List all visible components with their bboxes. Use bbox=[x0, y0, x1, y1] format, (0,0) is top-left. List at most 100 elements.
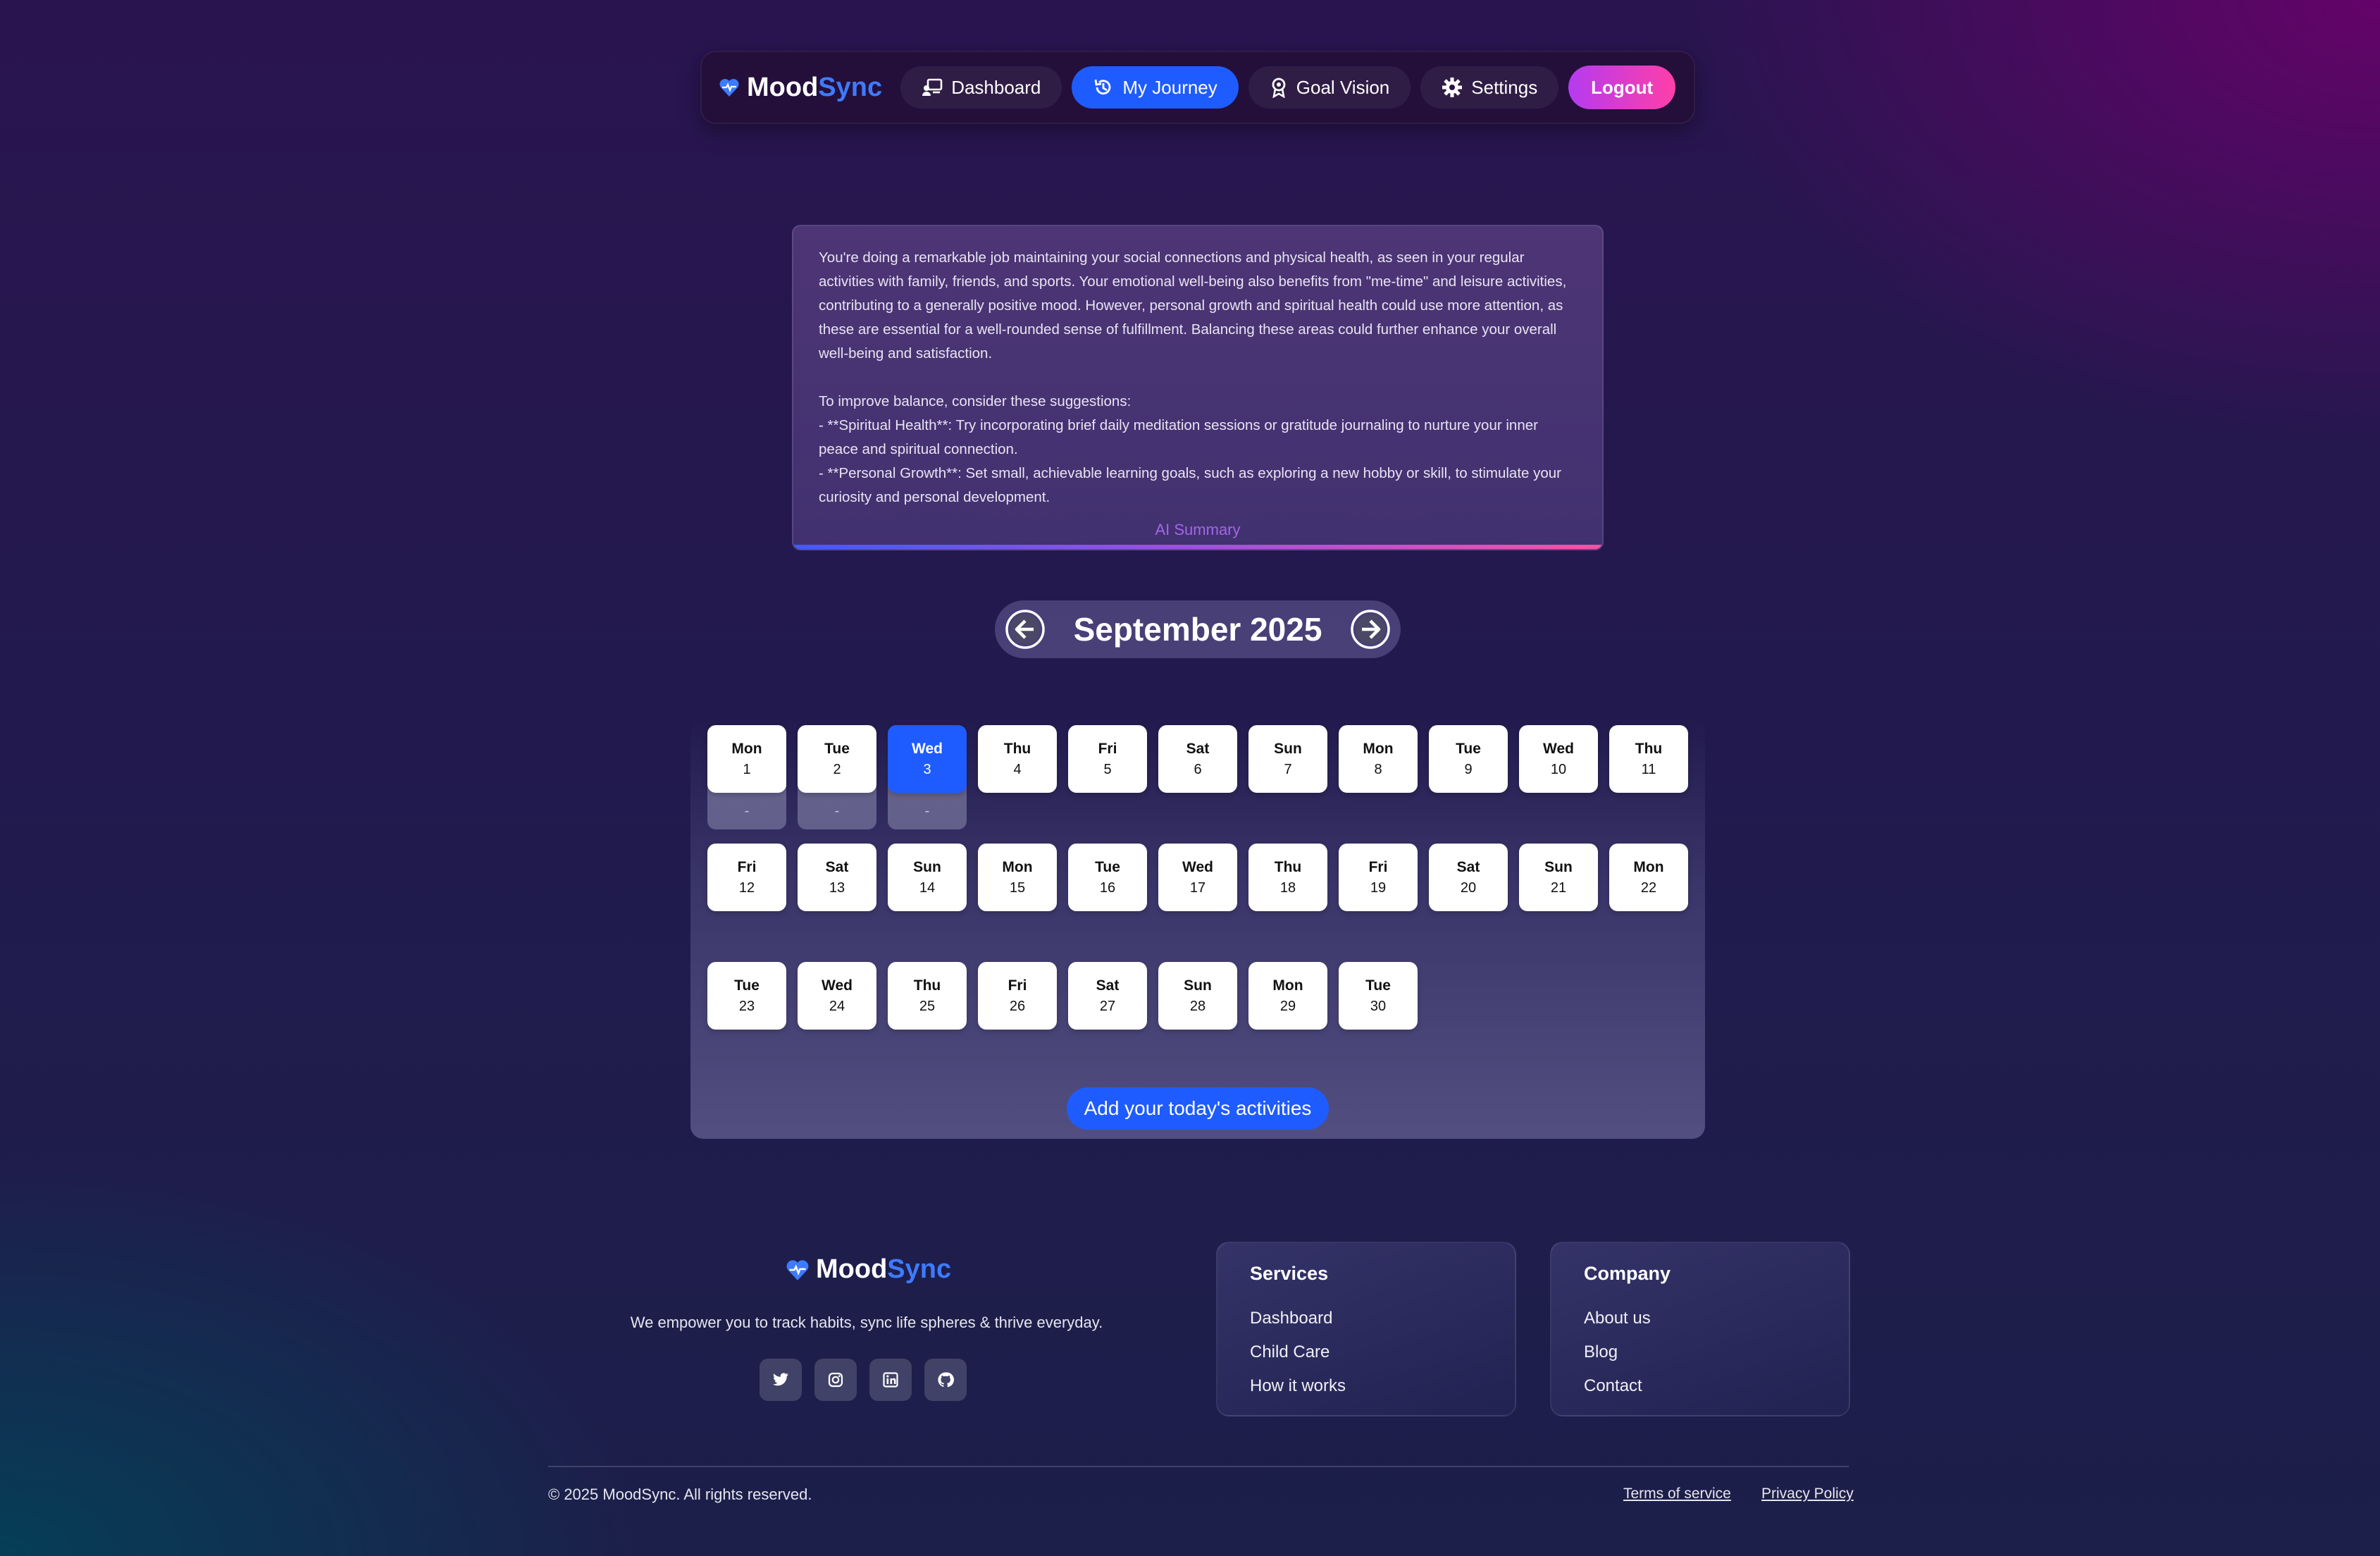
day-weekday: Thu bbox=[913, 977, 941, 994]
day-number: 2 bbox=[833, 762, 841, 777]
day-card[interactable]: Wed 10 bbox=[1519, 725, 1598, 793]
day-card[interactable]: Thu 11 bbox=[1609, 725, 1688, 793]
calendar-day[interactable]: Thu 11 bbox=[1609, 725, 1688, 793]
nav-my-journey[interactable]: My Journey bbox=[1072, 66, 1239, 109]
day-number: 12 bbox=[738, 880, 755, 896]
prev-month-button[interactable] bbox=[1005, 609, 1046, 650]
brand-logo[interactable]: Mood Sync bbox=[719, 73, 900, 103]
calendar-day[interactable]: Mon 8 bbox=[1339, 725, 1418, 793]
nav-settings[interactable]: Settings bbox=[1420, 66, 1559, 109]
day-number: 4 bbox=[1013, 762, 1022, 777]
day-card[interactable]: Sun 14 bbox=[888, 844, 967, 911]
day-card[interactable]: Tue 30 bbox=[1339, 962, 1418, 1030]
calendar-day[interactable]: Wed 10 bbox=[1519, 725, 1598, 793]
day-card[interactable]: Fri 12 bbox=[707, 844, 786, 911]
day-number: 5 bbox=[1103, 762, 1112, 777]
calendar-day[interactable]: Mon 15 bbox=[978, 844, 1057, 911]
day-weekday: Wed bbox=[1543, 741, 1574, 757]
add-activities-button[interactable]: Add your today's activities bbox=[1067, 1087, 1329, 1130]
twitter-link[interactable] bbox=[760, 1359, 802, 1401]
day-weekday: Tue bbox=[824, 741, 850, 757]
footer-link-blog[interactable]: Blog bbox=[1584, 1335, 1816, 1369]
calendar-day[interactable]: Mon 29 bbox=[1248, 962, 1327, 1030]
footer-link-about-us[interactable]: About us bbox=[1584, 1302, 1816, 1335]
day-card[interactable]: Sun 28 bbox=[1158, 962, 1237, 1030]
terms-link[interactable]: Terms of service bbox=[1623, 1486, 1731, 1502]
calendar-day[interactable]: Sun 14 bbox=[888, 844, 967, 911]
day-card[interactable]: Tue 23 bbox=[707, 962, 786, 1030]
calendar-day[interactable]: Mon 22 bbox=[1609, 844, 1688, 911]
day-card[interactable]: Mon 1 bbox=[707, 725, 786, 793]
calendar-day[interactable]: Thu 4 bbox=[978, 725, 1057, 793]
day-card[interactable]: Sun 21 bbox=[1519, 844, 1598, 911]
footer-link-child-care[interactable]: Child Care bbox=[1250, 1335, 1482, 1369]
footer-link-contact[interactable]: Contact bbox=[1584, 1369, 1816, 1403]
next-month-button[interactable] bbox=[1350, 609, 1391, 650]
nav-goal-vision[interactable]: Goal Vision bbox=[1248, 66, 1411, 109]
calendar-day[interactable]: Fri 26 bbox=[978, 962, 1057, 1030]
arrow-left-circle-icon bbox=[1005, 610, 1045, 649]
calendar-day[interactable]: Sun 28 bbox=[1158, 962, 1237, 1030]
day-card[interactable]: Fri 5 bbox=[1068, 725, 1147, 793]
day-card[interactable]: Wed 24 bbox=[798, 962, 876, 1030]
calendar-day[interactable]: Wed 17 bbox=[1158, 844, 1237, 911]
day-card[interactable]: Thu 4 bbox=[978, 725, 1057, 793]
calendar-day[interactable]: Tue 23 bbox=[707, 962, 786, 1030]
footer-company-title: Company bbox=[1584, 1263, 1671, 1284]
day-card[interactable]: Sun 7 bbox=[1248, 725, 1327, 793]
day-card[interactable]: Mon 22 bbox=[1609, 844, 1688, 911]
calendar-day[interactable]: Sat 27 bbox=[1068, 962, 1147, 1030]
day-card[interactable]: Mon 15 bbox=[978, 844, 1057, 911]
day-number: 1 bbox=[743, 762, 751, 777]
day-card[interactable]: Fri 19 bbox=[1339, 844, 1418, 911]
calendar-day[interactable]: Sun 21 bbox=[1519, 844, 1598, 911]
calendar-day[interactable]: -Mon1 bbox=[707, 725, 786, 829]
calendar-day[interactable]: Sat 6 bbox=[1158, 725, 1237, 793]
day-card[interactable]: Tue 16 bbox=[1068, 844, 1147, 911]
calendar-day[interactable]: Thu 18 bbox=[1248, 844, 1327, 911]
calendar-day[interactable]: Fri 5 bbox=[1068, 725, 1147, 793]
calendar-day[interactable]: Thu 25 bbox=[888, 962, 967, 1030]
day-card[interactable]: Sat 20 bbox=[1429, 844, 1508, 911]
calendar-day[interactable]: Sun 7 bbox=[1248, 725, 1327, 793]
day-card[interactable]: Wed 17 bbox=[1158, 844, 1237, 911]
footer-link-dashboard[interactable]: Dashboard bbox=[1250, 1302, 1482, 1335]
day-card[interactable]: Sat 13 bbox=[798, 844, 876, 911]
calendar-day[interactable]: Fri 19 bbox=[1339, 844, 1418, 911]
calendar-day[interactable]: Tue 9 bbox=[1429, 725, 1508, 793]
day-card[interactable]: Wed 3 bbox=[888, 725, 967, 793]
footer-brand-logo[interactable]: Mood Sync bbox=[785, 1254, 951, 1285]
privacy-link[interactable]: Privacy Policy bbox=[1761, 1486, 1854, 1502]
brand-mood-text: Mood bbox=[747, 72, 819, 102]
calendar-day[interactable]: Sat 20 bbox=[1429, 844, 1508, 911]
instagram-link[interactable] bbox=[814, 1359, 857, 1401]
day-card[interactable]: Thu 25 bbox=[888, 962, 967, 1030]
day-card[interactable]: Mon 29 bbox=[1248, 962, 1327, 1030]
copyright-text: © 2025 MoodSync. All rights reserved. bbox=[548, 1486, 812, 1503]
day-card[interactable]: Fri 26 bbox=[978, 962, 1057, 1030]
nav-dashboard[interactable]: Dashboard bbox=[900, 66, 1062, 109]
arrow-right-circle-icon bbox=[1351, 610, 1390, 649]
calendar-day[interactable]: Sat 13 bbox=[798, 844, 876, 911]
calendar-day[interactable]: Wed 24 bbox=[798, 962, 876, 1030]
calendar-day[interactable]: Tue 30 bbox=[1339, 962, 1418, 1030]
day-weekday: Wed bbox=[822, 977, 853, 994]
logout-button[interactable]: Logout bbox=[1568, 66, 1675, 109]
day-card[interactable]: Sat 27 bbox=[1068, 962, 1147, 1030]
day-card[interactable]: Mon 8 bbox=[1339, 725, 1418, 793]
day-number: 23 bbox=[738, 999, 755, 1014]
calendar-day[interactable]: -Wed3 bbox=[888, 725, 967, 829]
ai-summary-card: You're doing a remarkable job maintainin… bbox=[792, 225, 1604, 550]
day-card[interactable]: Tue 9 bbox=[1429, 725, 1508, 793]
day-card[interactable]: Tue 2 bbox=[798, 725, 876, 793]
month-switcher: September 2025 bbox=[995, 600, 1401, 658]
day-card[interactable]: Sat 6 bbox=[1158, 725, 1237, 793]
day-card[interactable]: Thu 18 bbox=[1248, 844, 1327, 911]
calendar-day[interactable]: -Tue2 bbox=[798, 725, 876, 829]
github-link[interactable] bbox=[924, 1359, 967, 1401]
calendar-day[interactable]: Tue 16 bbox=[1068, 844, 1147, 911]
footer-link-how-it-works[interactable]: How it works bbox=[1250, 1369, 1482, 1403]
calendar-day[interactable]: Fri 12 bbox=[707, 844, 786, 911]
linkedin-link[interactable] bbox=[869, 1359, 912, 1401]
day-number: 22 bbox=[1640, 880, 1657, 896]
